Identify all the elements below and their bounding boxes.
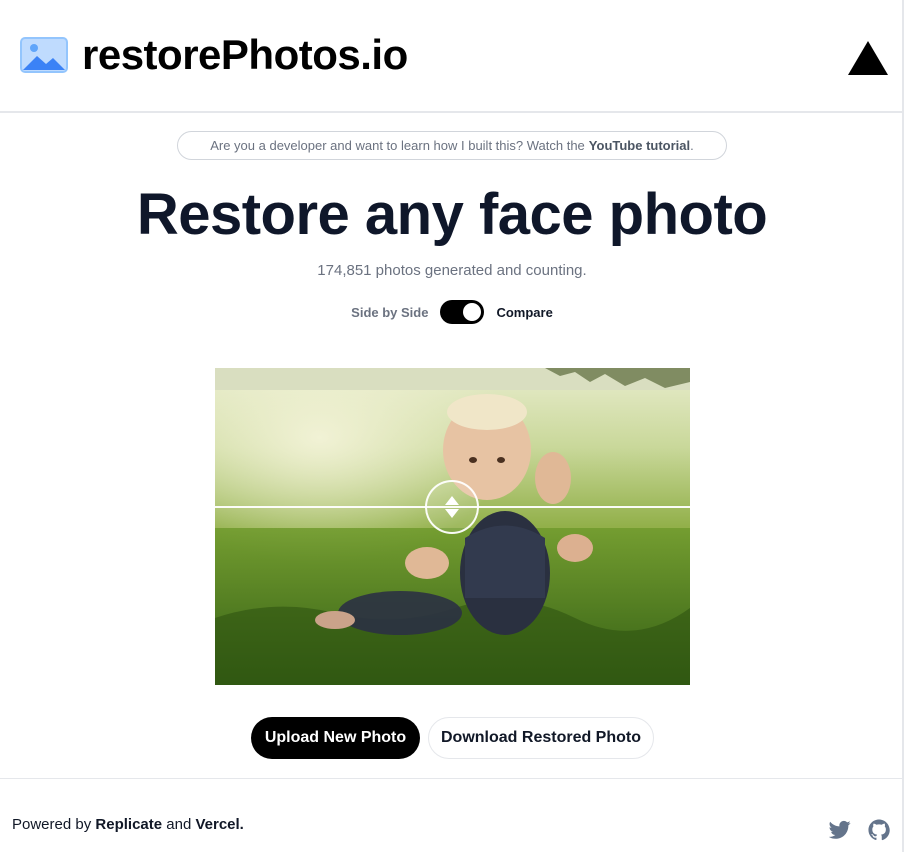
banner-text: Are you a developer and want to learn ho…	[210, 138, 585, 153]
photos-counter: 174,851 photos generated and counting.	[317, 262, 587, 279]
banner-period: .	[690, 138, 694, 153]
replicate-link[interactable]: Replicate	[95, 816, 162, 833]
photo-compare-slider[interactable]	[215, 368, 690, 685]
up-down-arrows-icon[interactable]	[425, 480, 479, 534]
twitter-icon[interactable]	[828, 820, 851, 840]
compare-label[interactable]: Compare	[496, 305, 552, 320]
powered-prefix: Powered by	[12, 816, 92, 833]
page-title: Restore any face photo	[136, 182, 768, 247]
site-header: restorePhotos.io	[0, 0, 904, 113]
logo-link[interactable]: restorePhotos.io	[20, 28, 408, 82]
vercel-triangle-icon	[848, 41, 888, 75]
github-icon[interactable]	[868, 819, 890, 841]
download-restored-photo-button[interactable]: Download Restored Photo	[428, 717, 654, 759]
view-toggle: Side by Side Compare	[0, 300, 904, 324]
arrow-down-icon	[445, 509, 459, 518]
arrow-up-icon	[445, 496, 459, 505]
vercel-link[interactable]: Vercel.	[195, 816, 243, 833]
powered-by-text: Powered by Replicate and Vercel.	[12, 816, 244, 833]
compare-toggle-switch[interactable]	[440, 300, 485, 324]
upload-new-photo-button[interactable]: Upload New Photo	[251, 717, 420, 759]
site-footer: Powered by Replicate and Vercel.	[0, 778, 904, 852]
image-icon	[20, 37, 68, 73]
side-by-side-label[interactable]: Side by Side	[351, 305, 428, 320]
toggle-knob	[463, 303, 482, 321]
youtube-tutorial-link[interactable]: YouTube tutorial	[589, 138, 690, 153]
logo-text: restorePhotos.io	[82, 31, 408, 78]
vercel-deploy-link[interactable]	[847, 40, 889, 76]
page: restorePhotos.io Are you a developer and…	[0, 0, 904, 852]
tutorial-banner[interactable]: Are you a developer and want to learn ho…	[177, 131, 727, 160]
and-text: and	[166, 816, 192, 833]
